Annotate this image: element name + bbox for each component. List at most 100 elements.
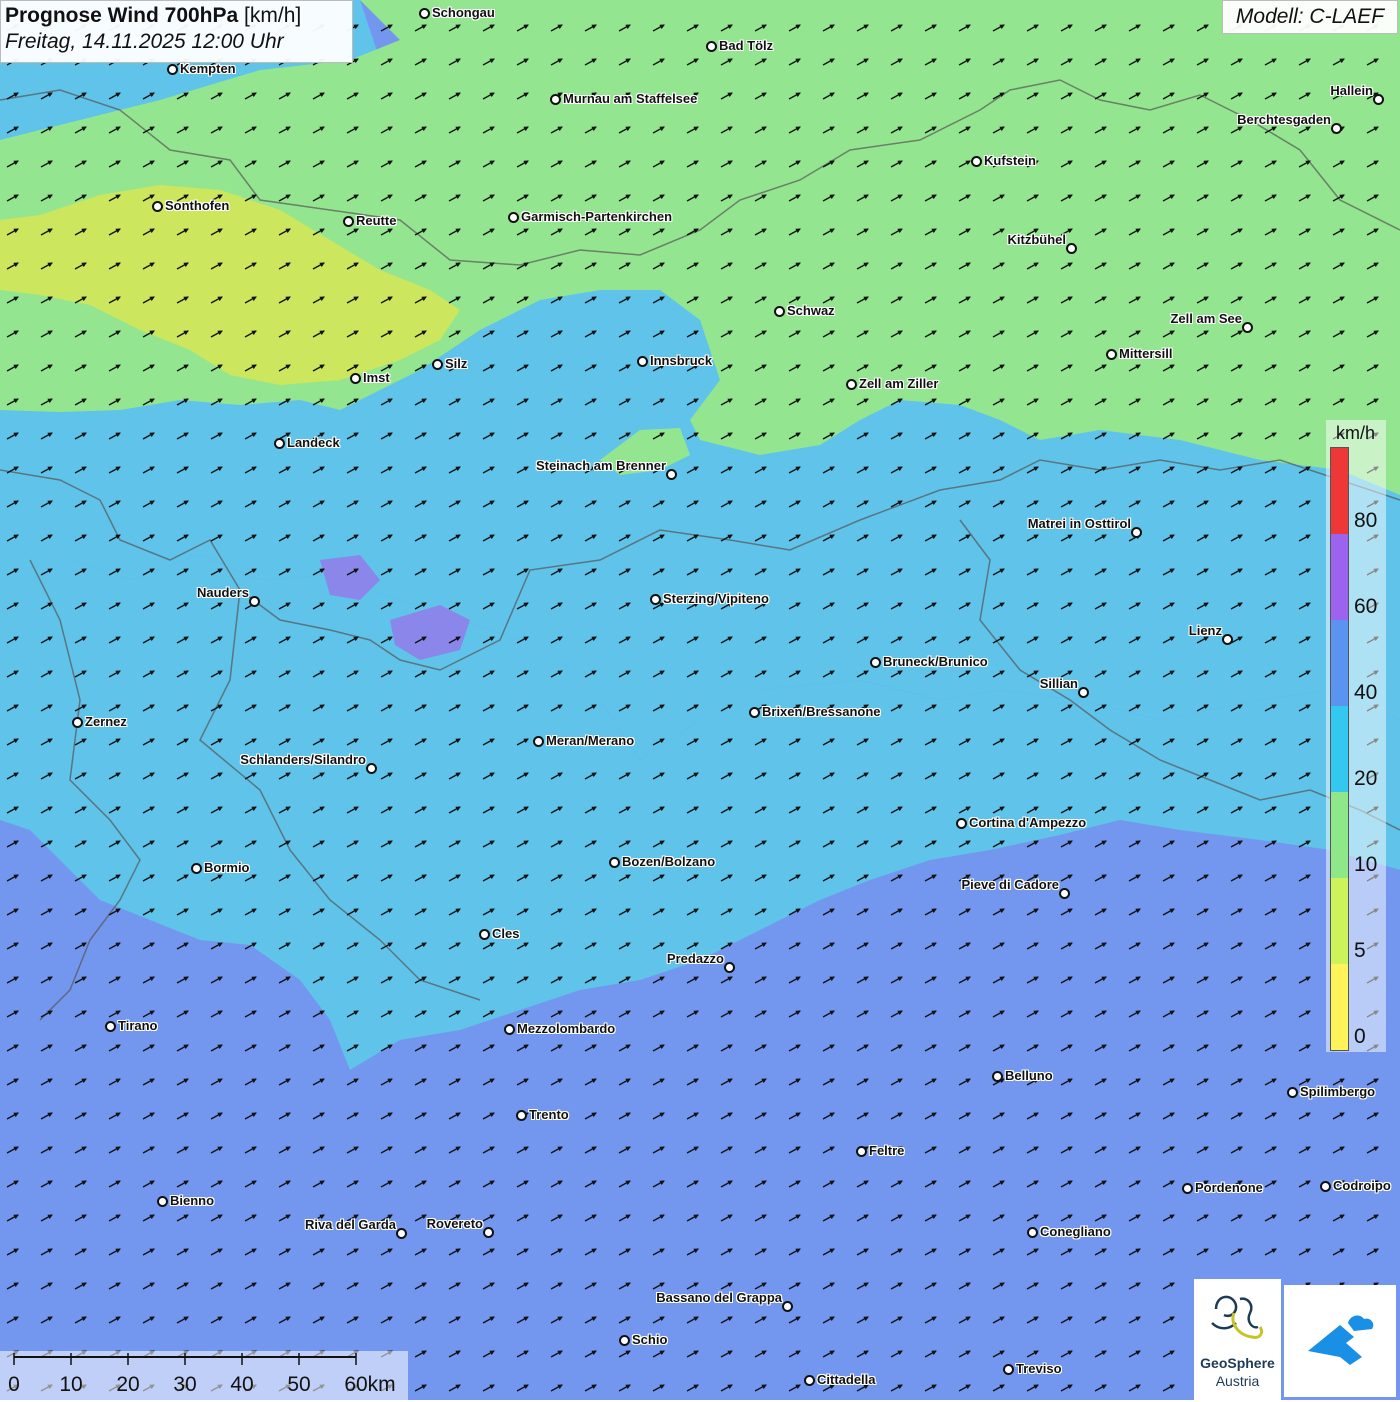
city-label: Berchtesgaden	[1237, 112, 1331, 127]
city-label: Bassano del Grappa	[656, 1290, 782, 1305]
logo-sub: Austria	[1215, 1373, 1260, 1389]
city-marker[interactable]	[1003, 1364, 1014, 1375]
city-label: Bienno	[170, 1193, 215, 1208]
city-marker[interactable]	[749, 707, 760, 718]
city-label: Lienz	[1188, 623, 1222, 638]
city-marker[interactable]	[804, 1375, 815, 1386]
city-label: Silz	[445, 356, 468, 371]
color-legend: km/h 0 5 10 20 40 60 80	[1326, 420, 1386, 1052]
legend-swatch	[1331, 706, 1348, 792]
city-marker[interactable]	[516, 1110, 527, 1121]
city-marker[interactable]	[1066, 243, 1077, 254]
city-label: Trento	[529, 1107, 569, 1122]
city-marker[interactable]	[650, 594, 661, 605]
title-box: Prognose Wind 700hPa [km/h] Freitag, 14.…	[0, 0, 353, 63]
legend-unit: km/h	[1336, 423, 1376, 443]
city-marker[interactable]	[609, 857, 620, 868]
city-marker[interactable]	[1320, 1181, 1331, 1192]
city-marker[interactable]	[508, 212, 519, 223]
city-marker[interactable]	[971, 156, 982, 167]
city-marker[interactable]	[350, 373, 361, 384]
scale-label: 30	[173, 1373, 197, 1396]
weather-app-logo[interactable]	[1284, 1285, 1396, 1397]
city-marker[interactable]	[1242, 322, 1253, 333]
city-marker[interactable]	[157, 1196, 168, 1207]
city-label: Spilimbergo	[1300, 1084, 1376, 1099]
city-label: Brixen/Bressanone	[762, 704, 881, 719]
city-marker[interactable]	[366, 763, 377, 774]
city-marker[interactable]	[1131, 527, 1142, 538]
city-label: Nauders	[196, 585, 249, 600]
city-label: Feltre	[869, 1143, 905, 1158]
city-label: Bruneck/Brunico	[883, 654, 988, 669]
city-marker[interactable]	[343, 216, 354, 227]
legend-swatch	[1331, 620, 1348, 706]
city-label: Schongau	[432, 5, 495, 20]
city-marker[interactable]	[724, 962, 735, 973]
city-label: Reutte	[356, 213, 397, 228]
city-label: Predazzo	[666, 951, 724, 966]
model-label: Modell: C-LAEF	[1222, 0, 1398, 34]
city-marker[interactable]	[191, 863, 202, 874]
city-marker[interactable]	[432, 359, 443, 370]
city-marker[interactable]	[167, 64, 178, 75]
city-marker[interactable]	[637, 356, 648, 367]
legend-color-bar	[1330, 447, 1349, 1051]
city-marker[interactable]	[706, 41, 717, 52]
city-label: Belluno	[1005, 1068, 1053, 1083]
city-marker[interactable]	[483, 1227, 494, 1238]
city-marker[interactable]	[1106, 349, 1117, 360]
city-marker[interactable]	[274, 438, 285, 449]
city-marker[interactable]	[396, 1228, 407, 1239]
city-marker[interactable]	[1059, 888, 1070, 899]
city-label: Bozen/Bolzano	[622, 854, 716, 869]
legend-tick-label: 10	[1354, 853, 1378, 876]
city-marker[interactable]	[846, 379, 857, 390]
legend-swatch	[1331, 448, 1348, 534]
city-marker[interactable]	[533, 736, 544, 747]
scale-label: 40	[230, 1373, 254, 1396]
legend-swatch	[1331, 534, 1348, 620]
city-label: Schwaz	[787, 303, 835, 318]
city-marker[interactable]	[1222, 634, 1233, 645]
scale-label: 0	[8, 1373, 20, 1396]
city-marker[interactable]	[419, 8, 430, 19]
city-marker[interactable]	[1331, 123, 1342, 134]
city-marker[interactable]	[666, 469, 677, 480]
city-marker[interactable]	[504, 1024, 515, 1035]
city-marker[interactable]	[72, 717, 83, 728]
city-marker[interactable]	[992, 1071, 1003, 1082]
city-marker[interactable]	[152, 201, 163, 212]
city-marker[interactable]	[956, 818, 967, 829]
legend-swatch	[1331, 964, 1348, 1050]
city-marker[interactable]	[1078, 687, 1089, 698]
city-marker[interactable]	[1182, 1183, 1193, 1194]
city-marker[interactable]	[619, 1335, 630, 1346]
scale-label: 10	[59, 1373, 83, 1396]
city-label: Kitzbühel	[1007, 232, 1067, 247]
forecast-datetime: Freitag, 14.11.2025 12:00 Uhr	[5, 30, 284, 53]
scale-label: 60km	[344, 1373, 396, 1396]
city-label: Zell am Ziller	[859, 376, 939, 391]
city-label: Meran/Merano	[546, 733, 635, 748]
city-marker[interactable]	[479, 929, 490, 940]
legend-tick-label: 80	[1354, 509, 1378, 532]
city-marker[interactable]	[1027, 1227, 1038, 1238]
city-marker[interactable]	[1287, 1087, 1298, 1098]
city-marker[interactable]	[105, 1021, 116, 1032]
city-marker[interactable]	[782, 1301, 793, 1312]
city-label: Kufstein	[984, 153, 1036, 168]
city-label: Pordenone	[1195, 1180, 1263, 1195]
legend-swatch	[1331, 878, 1348, 964]
geosphere-logo[interactable]: GeoSphere Austria	[1194, 1279, 1281, 1400]
city-marker[interactable]	[774, 306, 785, 317]
city-label: Sillian	[1039, 676, 1078, 691]
city-marker[interactable]	[870, 657, 881, 668]
city-marker[interactable]	[1373, 94, 1384, 105]
city-marker[interactable]	[249, 596, 260, 607]
city-label: Rovereto	[426, 1216, 483, 1231]
city-marker[interactable]	[856, 1146, 867, 1157]
city-label: Riva del Garda	[304, 1217, 396, 1232]
city-label: Mezzolombardo	[517, 1021, 616, 1036]
city-marker[interactable]	[550, 94, 561, 105]
